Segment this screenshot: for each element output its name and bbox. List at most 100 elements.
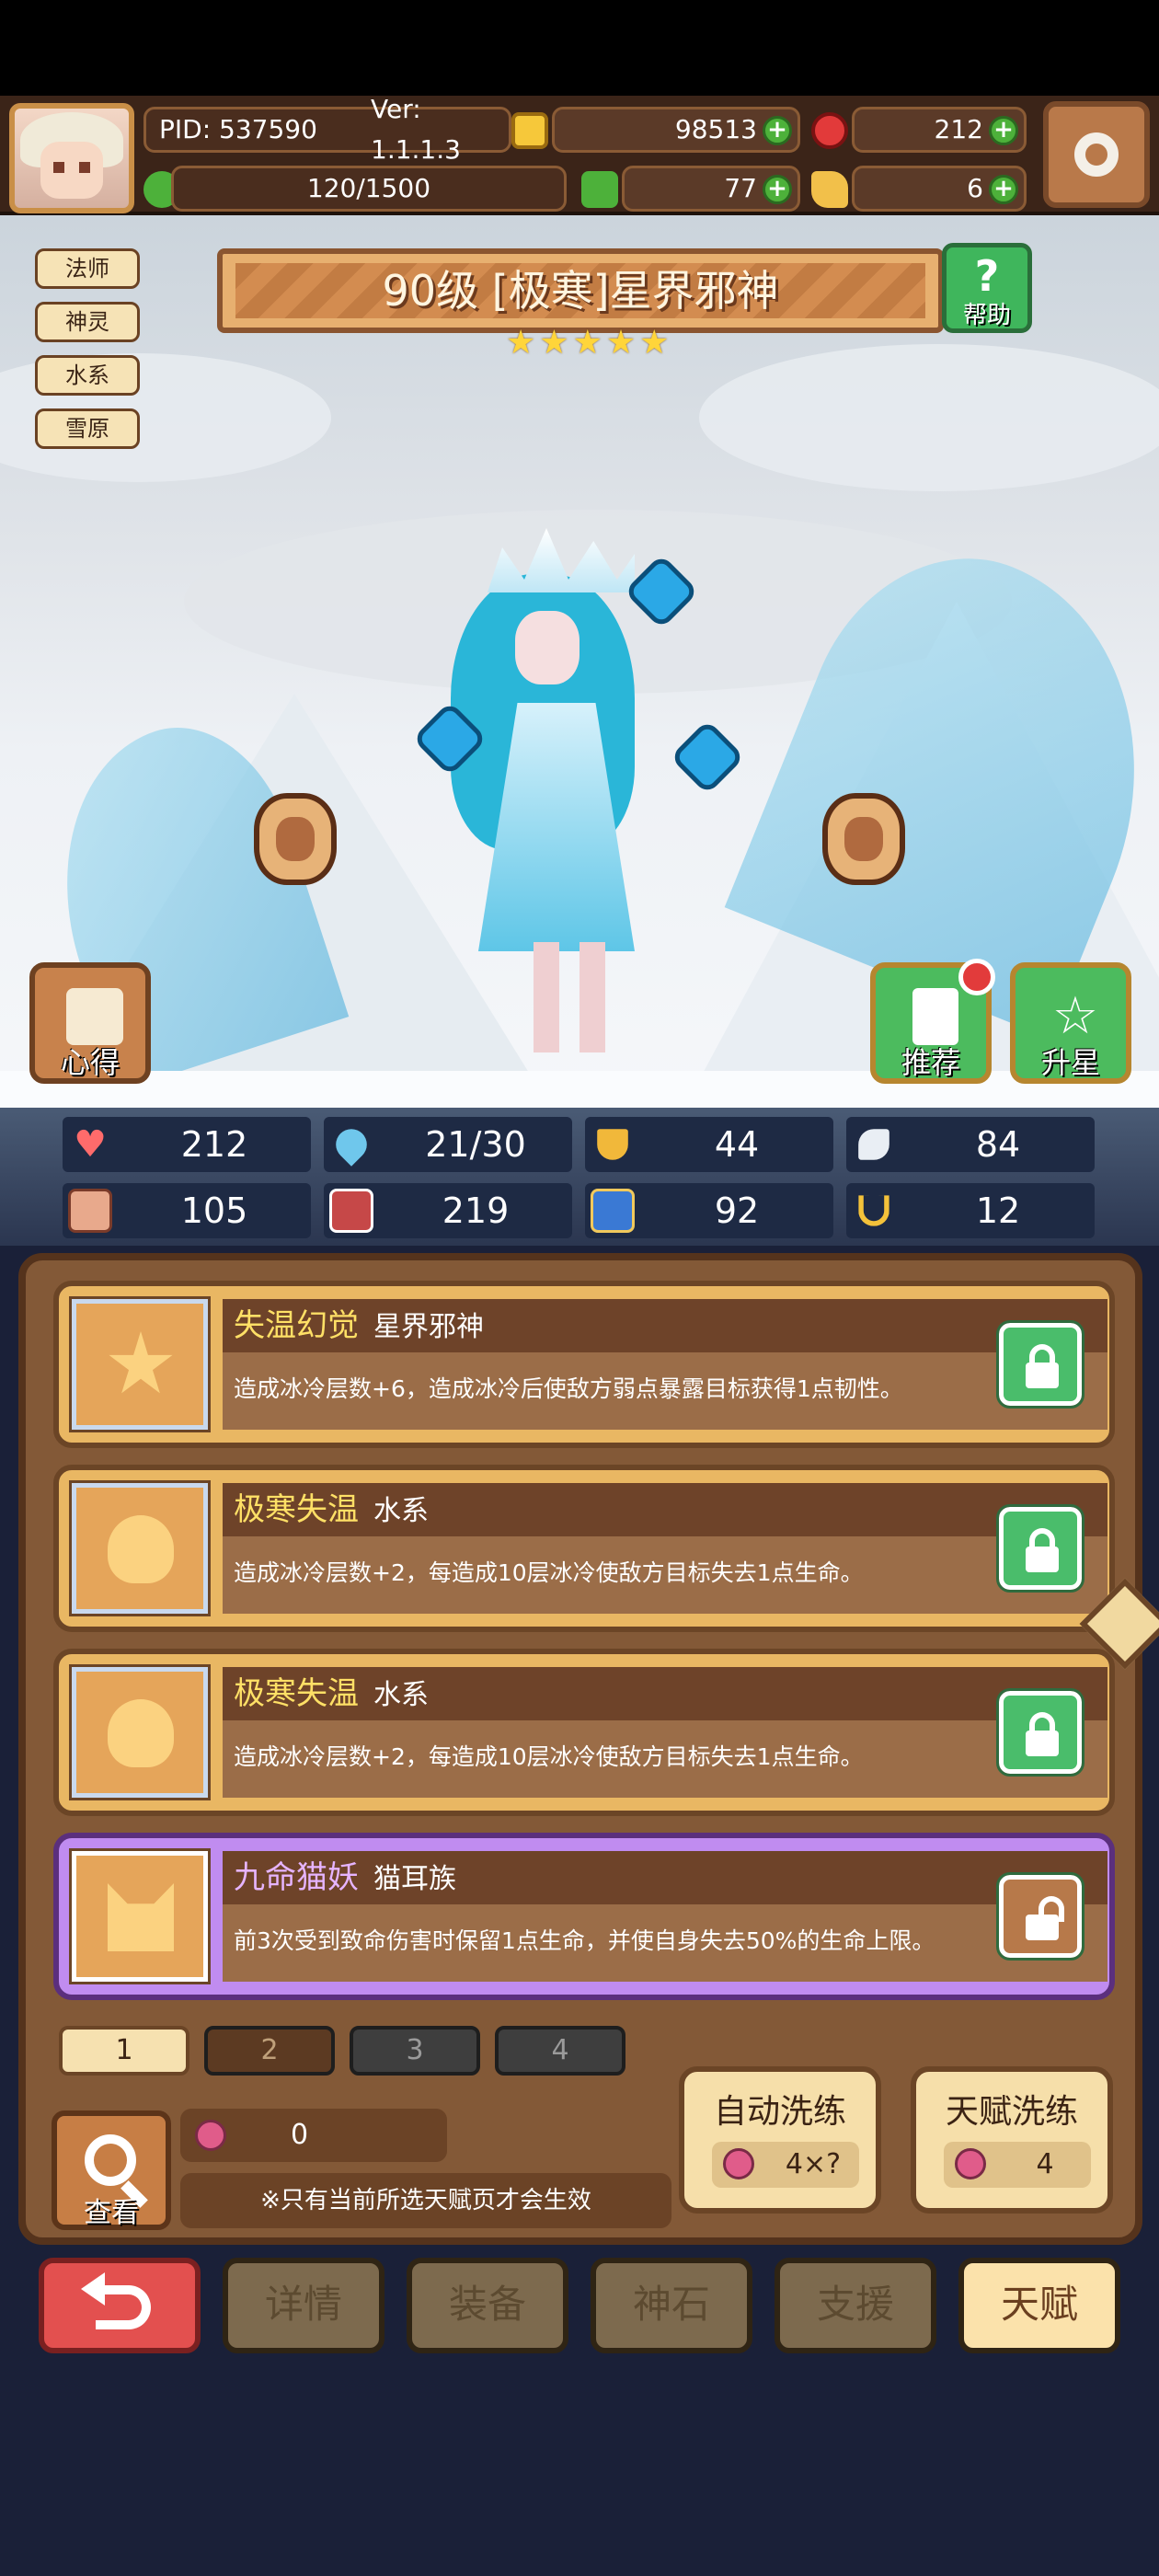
stats-panel: ♥ 212 21/30 44 84 105 219 92 12 [0,1108,1159,1246]
fruit-counter: 0 [180,2109,447,2162]
add-gold-button[interactable]: + [763,116,792,145]
magnifier-icon [85,2134,136,2186]
talent-card-2[interactable]: 极寒失温 水系 造成冰冷层数+2，每造成10层冰冷使敌方目标失去1点生命。 [53,1465,1115,1632]
gem-counter: 212 + [852,107,1027,153]
talent-card-3[interactable]: 极寒失温 水系 造成冰冷层数+2，每造成10层冰冷使敌方目标失去1点生命。 [53,1649,1115,1816]
talent-name: 九命猫妖 [234,1859,359,1896]
stat-magic: 219 [324,1183,572,1238]
talent-description: 造成冰冷层数+6，造成冰冷后使敌方弱点暴露目标获得1点韧性。 [234,1375,903,1402]
gold-counter: 98513 + [552,107,800,153]
nav-talent[interactable]: 天赋 [958,2258,1120,2353]
add-key-button[interactable]: + [989,175,1018,204]
stat-speed: 84 [846,1117,1095,1172]
stat-defense-value: 44 [714,1124,760,1165]
wing-icon [858,1129,889,1160]
star-icon: ★ [605,324,637,362]
help-label: 帮助 [962,302,1011,329]
add-clover-button[interactable]: + [763,175,792,204]
gold-coin-icon [511,112,548,149]
hero-stars: ★ ★ ★ ★ ★ [506,326,669,361]
tag-race: 神灵 [35,302,140,342]
star-icon: ★ [506,324,536,362]
lock-button[interactable] [996,1504,1084,1593]
thumbs-up-icon [912,988,958,1045]
stat-defense: 44 [585,1117,833,1172]
heart-icon: ♥ [74,1123,107,1166]
insight-button[interactable]: 心得 [29,962,151,1084]
talent-panel: 失温幻觉 星界邪神 造成冰冷层数+6，造成冰冷后使敌方弱点暴露目标获得1点韧性。 … [18,1253,1159,2245]
talent-wash-label: 天赋洗练 [945,2093,1078,2131]
pid-text: PID: 537590 [159,114,317,144]
help-button[interactable]: ? 帮助 [942,243,1032,333]
stat-attack: 105 [63,1183,311,1238]
unlock-button[interactable] [996,1872,1084,1961]
star-icon: ★ [639,324,670,362]
notice-text: ※只有当前所选天赋页才会生效 [180,2173,671,2228]
talent-icon-cold [69,1664,211,1800]
player-avatar[interactable] [9,103,134,213]
star-icon: ★ [572,324,602,362]
gear-icon [1074,132,1119,177]
talent-name: 极寒失温 [234,1675,359,1712]
next-hero-button[interactable] [822,793,905,885]
auto-wash-label: 自动洗练 [713,2093,846,2131]
lock-button[interactable] [996,1320,1084,1409]
key-value: 6 [967,173,983,203]
settings-button[interactable] [1043,101,1150,208]
status-bar [0,0,1159,96]
talent-card-4[interactable]: 九命猫妖 猫耳族 前3次受到致命伤害时保留1点生命，并使自身失去50%的生命上限。 [53,1833,1115,2000]
tag-terrain: 雪原 [35,408,140,449]
stat-hp: ♥ 212 [63,1117,311,1172]
recommend-button[interactable]: 推荐 [870,959,995,1084]
stamina-bar: 120/1500 [171,166,567,212]
nav-details[interactable]: 详情 [223,2258,384,2353]
insight-label: 心得 [60,1045,120,1080]
nav-divine-stone[interactable]: 神石 [591,2258,752,2353]
prev-hero-button[interactable] [254,793,337,885]
talent-page-tab-2[interactable]: 2 [204,2026,335,2076]
add-gem-button[interactable]: + [989,116,1018,145]
hero-sprite[interactable] [405,528,754,1071]
talent-page-tab-1[interactable]: 1 [59,2026,189,2076]
hero-title: 90级 [极寒]星界邪神 [382,266,779,316]
recommend-label: 推荐 [901,1045,960,1080]
stat-magic-value: 219 [442,1190,510,1231]
fruit-icon [723,2148,754,2179]
talent-description: 造成冰冷层数+2，每造成10层冰冷使敌方目标失去1点生命。 [234,1743,864,1770]
shield-icon [597,1129,628,1160]
stamina-value: 120/1500 [306,173,431,203]
clover-counter: 77 + [622,166,800,212]
hero-title-banner: 90级 [极寒]星界邪神 [217,248,944,333]
talent-name: 失温幻觉 [234,1307,359,1344]
boot-icon [591,1189,635,1233]
clover-value: 77 [724,173,757,203]
stat-mana-value: 21/30 [425,1124,526,1165]
talent-source: 猫耳族 [373,1863,456,1895]
key-icon [811,171,848,208]
talent-source: 水系 [373,1495,429,1527]
star-up-button[interactable]: ☆ 升星 [1010,962,1131,1084]
pid-version-field: PID: 537590 Ver: 1.1.1.3 [143,94,511,165]
auto-wash-button[interactable]: 自动洗练 4×? [679,2066,881,2214]
view-button[interactable]: 查看 [52,2110,171,2230]
stat-mana: 21/30 [324,1117,572,1172]
fist-icon [68,1189,112,1233]
talent-page-tab-4[interactable]: 4 [495,2026,625,2076]
question-icon: ? [974,251,1000,301]
lock-button[interactable] [996,1688,1084,1777]
fruit-count: 0 [291,2119,309,2151]
talent-icon-cat [69,1848,211,1984]
gem-value: 212 [934,114,983,144]
auto-wash-cost: 4×? [785,2148,842,2180]
talent-source: 水系 [373,1679,429,1711]
star-up-label: 升星 [1040,1045,1100,1080]
back-button[interactable] [39,2258,201,2353]
talent-wash-button[interactable]: 天赋洗练 4 [911,2066,1113,2214]
talent-card-1[interactable]: 失温幻觉 星界邪神 造成冰冷层数+6，造成冰冷后使敌方弱点暴露目标获得1点韧性。 [53,1281,1115,1448]
view-label: 查看 [84,2197,139,2229]
star-icon: ★ [539,324,569,362]
nav-support[interactable]: 支援 [775,2258,936,2353]
talent-source: 星界邪神 [373,1311,484,1343]
talent-page-tab-3[interactable]: 3 [350,2026,480,2076]
nav-equipment[interactable]: 装备 [407,2258,568,2353]
